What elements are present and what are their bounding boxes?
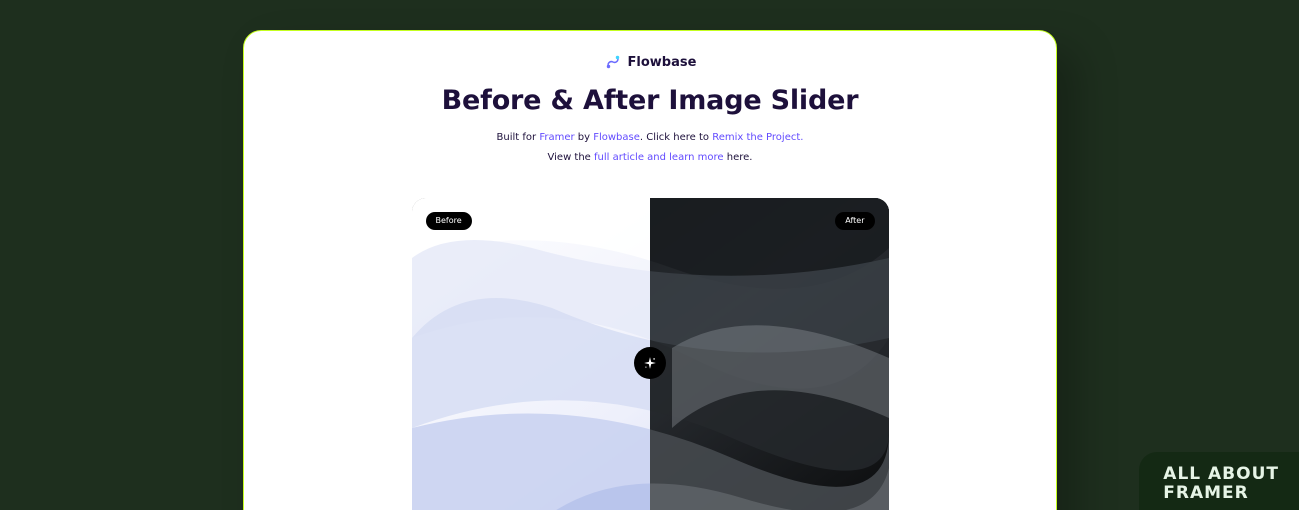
- sparkle-icon: [643, 356, 657, 370]
- after-badge: After: [835, 212, 874, 230]
- before-after-slider[interactable]: Before After: [412, 198, 889, 510]
- before-badge: Before: [426, 212, 472, 230]
- article-link[interactable]: full article and learn more: [594, 152, 724, 163]
- text: . Click here to: [640, 132, 712, 143]
- text: View the: [548, 152, 595, 163]
- logo-line-2: FRAMER: [1163, 485, 1279, 502]
- description-line-2: View the full article and learn more her…: [244, 150, 1056, 166]
- text: here.: [724, 152, 753, 163]
- text: Built for: [497, 132, 540, 143]
- slider-handle[interactable]: [634, 347, 666, 379]
- content-card: Flowbase Before & After Image Slider Bui…: [243, 30, 1057, 510]
- remix-link[interactable]: Remix the Project.: [712, 132, 803, 143]
- text: by: [575, 132, 594, 143]
- brand-row: Flowbase: [244, 53, 1056, 71]
- site-logo-badge[interactable]: ALL ABOUT FRAMER: [1139, 452, 1299, 510]
- page-title: Before & After Image Slider: [244, 85, 1056, 116]
- brand-name: Flowbase: [628, 55, 697, 70]
- after-image: [650, 198, 889, 510]
- before-image: [412, 198, 651, 510]
- logo-line-1: ALL ABOUT: [1163, 466, 1279, 483]
- description-line-1: Built for Framer by Flowbase. Click here…: [244, 130, 1056, 146]
- flowbase-link[interactable]: Flowbase: [593, 132, 640, 143]
- flowbase-logo-icon: [604, 53, 622, 71]
- framer-link[interactable]: Framer: [539, 132, 574, 143]
